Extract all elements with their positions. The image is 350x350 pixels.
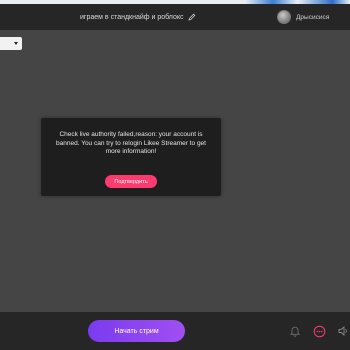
confirm-button[interactable]: Подтвердить xyxy=(105,175,157,188)
chevron-down-icon xyxy=(14,42,18,45)
user-profile[interactable]: Дрысисися xyxy=(277,7,329,27)
stream-title[interactable]: играем в стандкнайф и роблокс xyxy=(80,4,196,30)
stream-title-text: играем в стандкнайф и роблокс xyxy=(80,13,184,21)
username: Дрысисися xyxy=(296,13,330,21)
chat-icon[interactable] xyxy=(312,324,326,338)
app-window: играем в стандкнайф и роблокс Дрысисися … xyxy=(0,0,350,350)
scene-dropdown[interactable] xyxy=(0,37,22,50)
title-bar: играем в стандкнайф и роблокс Дрысисися xyxy=(0,4,350,30)
start-stream-button[interactable]: Начать стрим xyxy=(88,320,185,342)
bottom-bar: Начать стрим xyxy=(0,312,350,350)
avatar[interactable] xyxy=(277,10,291,24)
speaker-icon[interactable] xyxy=(336,324,350,338)
dialog-message: Check live authority failed,reason: your… xyxy=(56,131,206,155)
pencil-icon[interactable] xyxy=(187,13,196,21)
error-dialog: Check live authority failed,reason: your… xyxy=(41,118,221,196)
bell-icon[interactable] xyxy=(288,324,302,338)
